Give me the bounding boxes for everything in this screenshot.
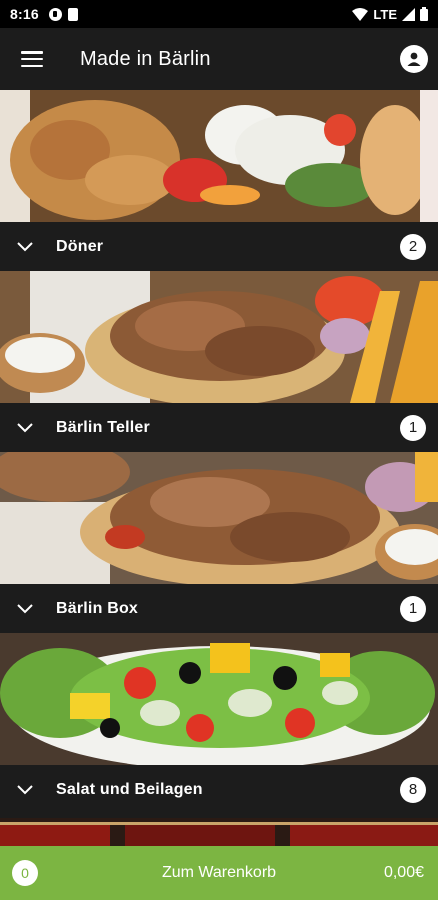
- chevron-down-icon: [17, 241, 33, 251]
- category-label: Bärlin Teller: [56, 418, 150, 436]
- account-button[interactable]: [400, 45, 428, 73]
- category-image-next-partial[interactable]: [0, 818, 438, 846]
- pocket-casts-icon: [48, 7, 62, 21]
- wifi-icon: [352, 7, 369, 21]
- category-baerlin-teller[interactable]: Bärlin Teller 1: [0, 271, 438, 452]
- signal-icon: [402, 7, 415, 21]
- page-title: Made in Bärlin: [80, 47, 211, 70]
- category-salat-und-beilagen[interactable]: Salat und Beilagen 8: [0, 633, 438, 814]
- cart-bar[interactable]: 0 Zum Warenkorb 0,00€: [0, 846, 438, 900]
- category-baerlin-box[interactable]: Bärlin Box 1: [0, 452, 438, 633]
- category-list: Döner 2 Bärlin Teller 1 Bärlin Box 1 Sal…: [0, 90, 438, 814]
- status-bar: 8:16 LTE: [0, 0, 438, 28]
- network-type: LTE: [373, 6, 397, 22]
- category-image-baerlin-box: [0, 452, 438, 584]
- category-header-salat-und-beilagen: Salat und Beilagen 8: [0, 765, 438, 814]
- hamburger-menu-icon: [21, 51, 43, 67]
- battery-icon: [420, 7, 428, 21]
- category-count-badge: 8: [400, 776, 426, 803]
- category-doner[interactable]: Döner 2: [0, 90, 438, 271]
- category-image-doner: [0, 90, 438, 222]
- chevron-down-icon: [17, 784, 33, 794]
- category-label: Döner: [56, 237, 104, 255]
- menu-button[interactable]: [0, 28, 64, 90]
- status-time: 8:16: [10, 6, 39, 22]
- sd-card-icon: [67, 7, 78, 21]
- category-count-badge: 2: [400, 233, 426, 260]
- cart-button-label: Zum Warenkorb: [161, 864, 277, 881]
- account-icon: [407, 52, 421, 66]
- category-header-doner: Döner 2: [0, 222, 438, 271]
- category-label: Salat und Beilagen: [56, 780, 203, 798]
- category-label: Bärlin Box: [56, 599, 139, 617]
- category-image-salat-und-beilagen: [0, 633, 438, 765]
- category-count-badge: 1: [400, 595, 426, 622]
- cart-total: 0,00€: [383, 864, 424, 881]
- chevron-down-icon: [17, 422, 33, 432]
- chevron-down-icon: [17, 603, 33, 613]
- category-header-baerlin-box: Bärlin Box 1: [0, 584, 438, 633]
- category-count-badge: 1: [400, 414, 426, 441]
- category-image-baerlin-teller: [0, 271, 438, 403]
- app-bar: Made in Bärlin: [0, 28, 438, 90]
- category-header-baerlin-teller: Bärlin Teller 1: [0, 403, 438, 452]
- cart-count-badge: 0: [12, 860, 38, 886]
